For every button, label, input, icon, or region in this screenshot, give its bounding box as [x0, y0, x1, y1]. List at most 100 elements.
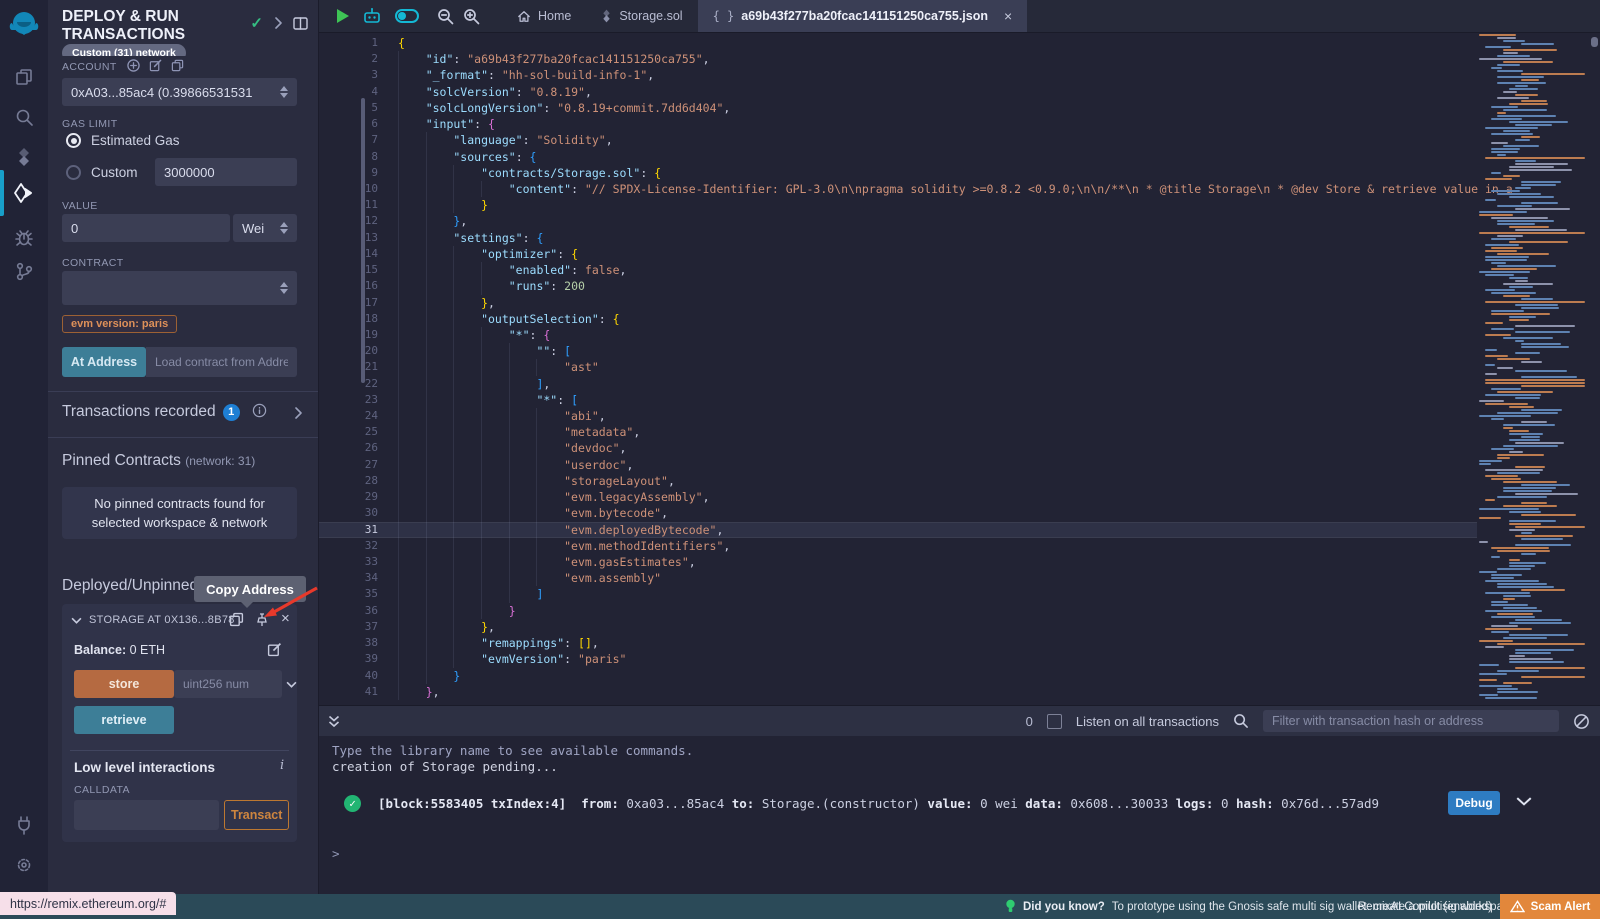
code-line-34[interactable]: 34 "evm.assembly" [318, 570, 1477, 586]
remixai-robot-icon[interactable] [362, 7, 382, 25]
copilot-status[interactable]: RemixAI Copilot (enabled) [1358, 894, 1492, 919]
code-line-15[interactable]: 15 "enabled": false, [318, 262, 1477, 278]
zoom-in-icon[interactable] [463, 8, 480, 25]
code-line-35[interactable]: 35 ] [318, 586, 1477, 602]
gas-estimated-option[interactable]: Estimated Gas [66, 133, 180, 148]
tab-build-info-json[interactable]: { } a69b43f277ba20fcac141151250ca755.jso… [698, 0, 1028, 32]
radio-estimated-gas[interactable] [66, 133, 81, 148]
radio-custom-gas[interactable] [66, 165, 81, 180]
sign-message-icon[interactable] [149, 59, 162, 72]
code-line-6[interactable]: 6 "input": { [318, 116, 1477, 132]
code-line-3[interactable]: 3 "_format": "hh-sol-build-info-1", [318, 67, 1477, 83]
collapse-terminal-icon[interactable] [328, 715, 340, 728]
solidity-compiler-icon[interactable] [0, 138, 48, 176]
close-tab-icon[interactable]: × [1004, 8, 1012, 24]
code-line-21[interactable]: 21 "ast" [318, 359, 1477, 375]
copilot-toggle[interactable] [395, 9, 419, 23]
git-icon[interactable] [0, 252, 48, 290]
collapse-instance-icon[interactable] [71, 617, 82, 624]
code-line-1[interactable]: 1{ [318, 35, 1477, 51]
transact-button[interactable]: Transact [224, 800, 289, 830]
code-line-18[interactable]: 18 "outputSelection": { [318, 311, 1477, 327]
file-explorer-icon[interactable] [0, 58, 48, 96]
code-line-10[interactable]: 10 "content": "// SPDX-License-Identifie… [318, 181, 1477, 197]
code-line-33[interactable]: 33 "evm.gasEstimates", [318, 554, 1477, 570]
run-script-icon[interactable] [337, 9, 349, 23]
store-button[interactable]: store [74, 670, 174, 698]
debug-button[interactable]: Debug [1448, 791, 1500, 815]
store-arg-input[interactable] [174, 670, 282, 698]
code-line-5[interactable]: 5 "solcLongVersion": "0.8.19+commit.7dd6… [318, 100, 1477, 116]
code-line-39[interactable]: 39 "evmVersion": "paris" [318, 651, 1477, 667]
code-line-32[interactable]: 32 "evm.methodIdentifiers", [318, 538, 1477, 554]
value-input[interactable] [62, 214, 230, 242]
code-line-23[interactable]: 23 "*": [ [318, 392, 1477, 408]
at-address-button[interactable]: At Address [62, 347, 146, 377]
split-view-icon[interactable] [293, 17, 308, 30]
code-line-8[interactable]: 8 "sources": { [318, 149, 1477, 165]
code-line-9[interactable]: 9 "contracts/Storage.sol": { [318, 165, 1477, 181]
contract-spinner-icon[interactable] [280, 282, 288, 294]
account-spinner-icon[interactable] [280, 86, 288, 98]
retrieve-button[interactable]: retrieve [74, 706, 174, 734]
code-line-12[interactable]: 12 }, [318, 213, 1477, 229]
contract-select[interactable] [62, 271, 297, 305]
settings-gear-icon[interactable] [0, 846, 48, 884]
code-line-22[interactable]: 22 ], [318, 376, 1477, 392]
code-line-25[interactable]: 25 "metadata", [318, 424, 1477, 440]
code-line-13[interactable]: 13 "settings": { [318, 230, 1477, 246]
account-select[interactable]: 0xA03...85ac4 (0.39866531531 [62, 78, 297, 106]
code-line-20[interactable]: 20 "": [ [318, 343, 1477, 359]
gas-custom-option[interactable]: Custom [66, 165, 138, 180]
code-line-31[interactable]: 31 "evm.deployedBytecode", [318, 522, 1477, 538]
at-address-input[interactable] [146, 347, 297, 377]
code-line-41[interactable]: 41 }, [318, 684, 1477, 700]
expand-log-icon[interactable] [1516, 797, 1532, 806]
deploy-run-icon[interactable] [0, 174, 48, 212]
code-line-26[interactable]: 26 "devdoc", [318, 440, 1477, 456]
code-line-14[interactable]: 14 "optimizer": { [318, 246, 1477, 262]
code-line-38[interactable]: 38 "remappings": [], [318, 635, 1477, 651]
code-line-17[interactable]: 17 }, [318, 295, 1477, 311]
code-line-29[interactable]: 29 "evm.legacyAssembly", [318, 489, 1477, 505]
copy-account-icon[interactable] [171, 59, 184, 72]
calldata-input[interactable] [74, 800, 219, 830]
code-line-24[interactable]: 24 "abi", [318, 408, 1477, 424]
unit-spinner-icon[interactable] [280, 222, 288, 234]
transaction-log-row[interactable]: ✓ [block:5583405 txIndex:4] from: 0xa03.… [318, 788, 1600, 818]
terminal-search-icon[interactable] [1233, 713, 1249, 729]
zoom-out-icon[interactable] [437, 8, 454, 25]
terminal-filter-input[interactable] [1263, 710, 1559, 732]
code-line-40[interactable]: 40 } [318, 668, 1477, 684]
low-level-info-icon[interactable]: i [280, 758, 284, 773]
minimap[interactable] [1477, 34, 1588, 703]
code-line-27[interactable]: 27 "userdoc", [318, 457, 1477, 473]
scam-alert-badge[interactable]: Scam Alert [1500, 894, 1600, 919]
edit-balance-icon[interactable] [267, 642, 282, 657]
listen-checkbox[interactable] [1047, 714, 1062, 729]
code-line-11[interactable]: 11 } [318, 197, 1477, 213]
plugin-manager-icon[interactable] [0, 806, 48, 844]
code-line-2[interactable]: 2 "id": "a69b43f277ba20fcac141151250ca75… [318, 51, 1477, 67]
tab-storage-sol[interactable]: Storage.sol [586, 0, 697, 32]
value-unit-select[interactable]: Wei [233, 214, 297, 242]
editor-scrollbar-thumb[interactable] [1591, 37, 1598, 47]
add-account-icon[interactable] [127, 59, 140, 72]
expand-store-icon[interactable] [286, 681, 297, 688]
code-editor[interactable]: 1{2 "id": "a69b43f277ba20fcac141151250ca… [318, 32, 1600, 705]
code-line-4[interactable]: 4 "solcVersion": "0.8.19", [318, 84, 1477, 100]
code-line-37[interactable]: 37 }, [318, 619, 1477, 635]
code-line-16[interactable]: 16 "runs": 200 [318, 278, 1477, 294]
debugger-icon[interactable] [0, 218, 48, 256]
panel-scrollbar[interactable] [361, 98, 365, 383]
clear-console-icon[interactable] [1573, 713, 1590, 730]
code-line-36[interactable]: 36 } [318, 603, 1477, 619]
expand-transactions-icon[interactable] [294, 407, 302, 419]
code-line-7[interactable]: 7 "language": "Solidity", [318, 132, 1477, 148]
copy-address-icon[interactable] [229, 612, 244, 627]
expand-panel-icon[interactable] [274, 17, 282, 29]
code-line-19[interactable]: 19 "*": { [318, 327, 1477, 343]
info-icon[interactable] [252, 403, 267, 418]
code-line-28[interactable]: 28 "storageLayout", [318, 473, 1477, 489]
tab-home[interactable]: Home [502, 0, 586, 32]
